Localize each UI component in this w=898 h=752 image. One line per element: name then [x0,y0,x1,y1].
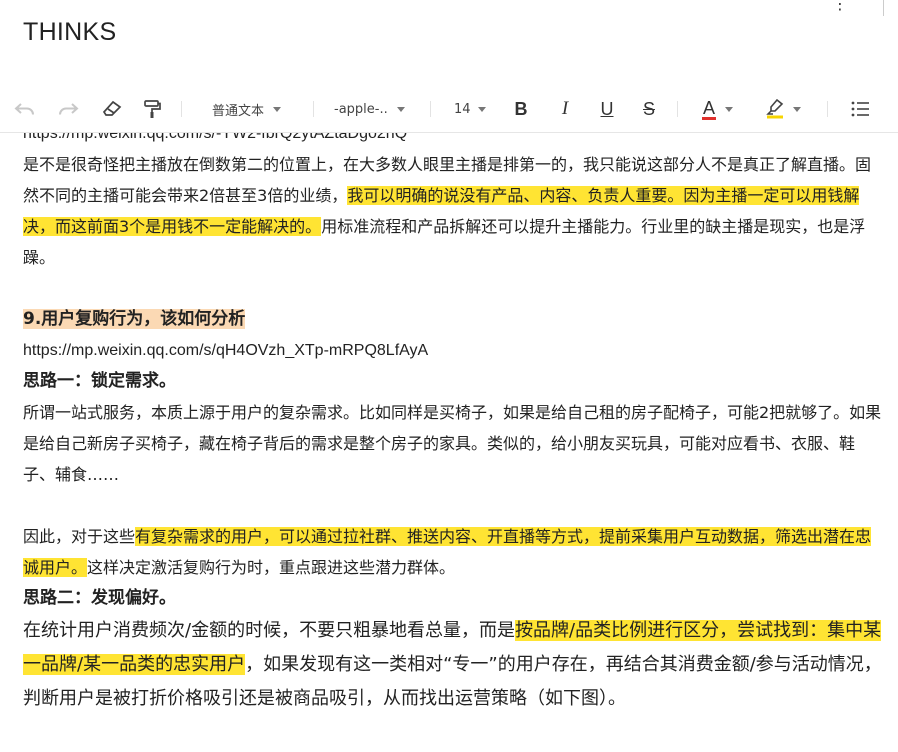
idea-heading-2: 思路二：发现偏好。 [23,588,176,608]
italic-button[interactable]: I [554,86,576,132]
highlight-color-button[interactable] [766,86,812,132]
redo-icon[interactable] [55,86,81,132]
heading-text: 9.用户复购行为，该如何分析 [23,309,246,329]
toolbar-divider [430,101,431,117]
font-color-button[interactable]: A [702,86,748,132]
toolbar-divider [677,101,678,117]
chevron-down-icon [725,106,734,112]
list-icon[interactable] [848,86,872,132]
toolbar-divider [181,101,182,117]
idea-heading-1: 思路一：锁定需求。 [23,371,176,391]
undo-icon[interactable] [12,86,38,132]
format-painter-icon[interactable] [140,86,164,132]
chevron-down-icon [793,106,801,112]
highlighter-icon [766,99,784,119]
app-header: THINKS ⋮ [0,0,898,86]
strikethrough-button[interactable]: S [638,86,660,132]
toolbar-divider [827,101,828,117]
text-style-dropdown[interactable]: 普通文本 [212,86,296,132]
paragraph-preference: 在统计用户消费频次/金额的时候，不要只粗暴地看总量，而是按品牌/品类比例进行区分… [23,614,883,716]
section-heading: 9.用户复购行为，该如何分析 [23,304,883,335]
text-run: 在统计用户消费频次/金额的时候，不要只粗暴地看总量，而是 [23,620,516,641]
window-edge [883,0,898,16]
bold-button[interactable]: B [510,86,532,132]
font-color-icon: A [702,97,717,120]
font-size-dropdown[interactable]: 14 [454,86,494,132]
chevron-down-icon [396,106,405,112]
toolbar-divider [313,101,314,117]
font-family-dropdown[interactable]: -apple-.. [334,86,414,132]
editor-toolbar: 普通文本 -apple-.. 14 B I U S A [0,86,898,133]
text-run: 因此，对于这些 [23,527,136,546]
chevron-down-icon [477,106,486,112]
paragraph-demand: 所谓一站式服务，本质上源于用户的复杂需求。比如同样是买椅子，如果是给自己租的房子… [23,403,882,484]
more-options-icon[interactable]: ⋮ [832,0,848,12]
document-body[interactable]: https://mp.weixin.qq.com/s/-YW2-fbrQ2ytA… [23,118,883,716]
clear-format-icon[interactable] [100,86,124,132]
font-size-value: 14 [454,101,471,117]
font-family-value: -apple-.. [334,101,388,117]
paragraph-host: 是不是很奇怪把主播放在倒数第二的位置上，在大多数人眼里主播是排第一的，我只能说这… [23,149,883,273]
underline-button[interactable]: U [596,86,618,132]
paragraph-loyal-users: 因此，对于这些有复杂需求的用户，可以通过拉社群、推送内容、开直播等方式，提前采集… [23,521,883,583]
chevron-down-icon [273,106,282,112]
empty-line [23,273,883,304]
app-title: THINKS [23,18,117,46]
text-style-value: 普通文本 [212,103,265,119]
text-run: 这样决定激活复购行为时，重点跟进这些潜力群体。 [87,558,456,577]
empty-line [23,490,883,521]
article-link[interactable]: https://mp.weixin.qq.com/s/qH4OVzh_XTp-m… [23,335,883,366]
